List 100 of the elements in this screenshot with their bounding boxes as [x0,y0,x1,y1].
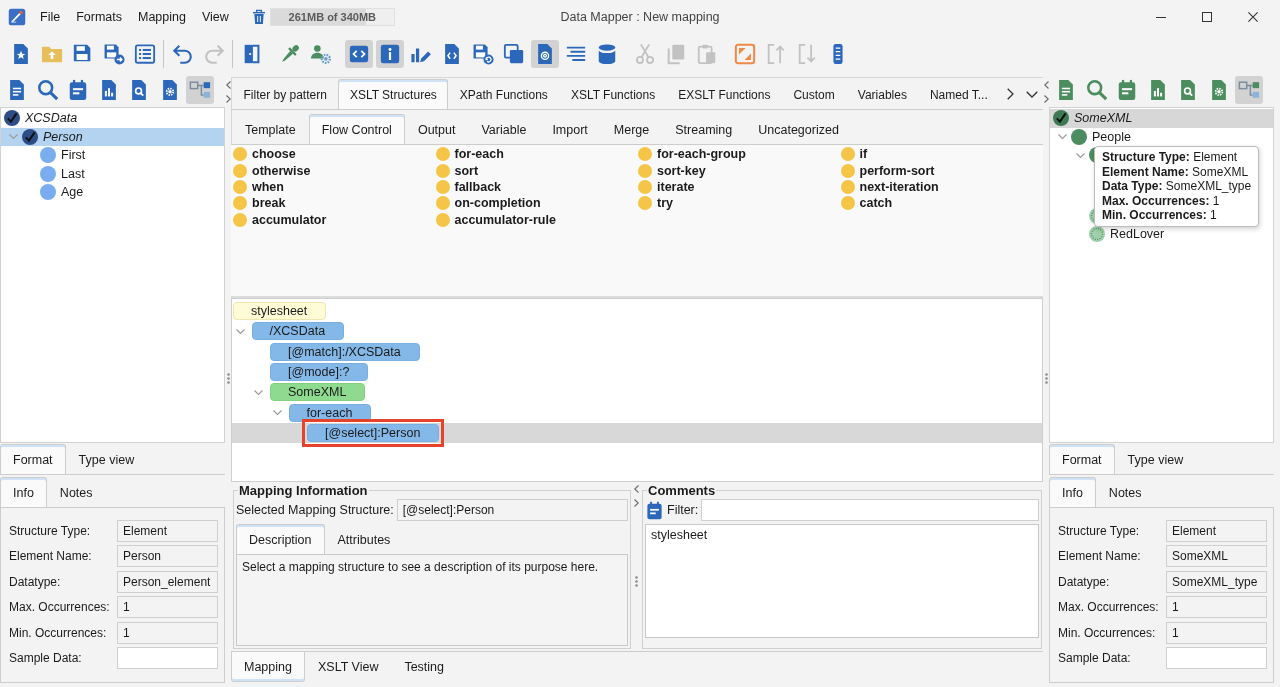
tab[interactable]: Variables [846,79,919,109]
list-item[interactable]: stylesheet [651,528,708,542]
tree-item[interactable]: Person [1,127,224,146]
tree-item[interactable]: Last [40,164,85,183]
copy-icon [665,43,687,65]
structure-item[interactable]: sort [435,162,479,179]
tool-button[interactable] [186,76,214,104]
chevron-down-icon[interactable] [1026,90,1039,98]
structure-item[interactable]: next-iteration [840,178,939,196]
chevron-left-icon[interactable] [225,81,231,89]
tab[interactable]: Uncategorized [745,114,852,144]
tab[interactable]: XPath Functions [448,79,560,109]
tab[interactable]: Custom [781,79,847,109]
tab[interactable]: XSLT View [304,652,392,682]
tree-node[interactable]: [@select]:Person [307,423,440,442]
toolbar-button[interactable] [531,40,559,68]
tab[interactable]: XSLT Structures [338,79,449,109]
tab[interactable]: Filter by pattern [232,79,339,109]
tree-node[interactable]: SomeXML [270,383,366,402]
toolbar-button[interactable] [376,40,404,68]
text-field[interactable] [1166,646,1267,669]
structure-item[interactable]: for-each-group [638,146,746,163]
text-field[interactable] [117,646,218,669]
field-label: Datatype: [1058,574,1111,589]
tab[interactable]: EXSLT Functions [666,79,782,109]
grip-icon[interactable] [1044,372,1048,384]
tab[interactable]: Mapping [231,652,305,682]
app-logo-icon[interactable] [8,8,26,26]
text-field[interactable]: Person_element [117,570,218,593]
text-field[interactable]: [@select]:Person [396,499,628,521]
menu-item[interactable]: Formats [68,8,130,26]
tree-item[interactable]: First [40,146,86,165]
filter-field[interactable] [701,499,1039,521]
grip-icon[interactable] [226,372,230,384]
tab[interactable]: Type view [1114,444,1197,474]
menu-item[interactable]: Mapping [130,8,194,26]
structure-item[interactable]: when [233,178,284,196]
tab[interactable]: Testing [391,652,457,682]
tab[interactable]: Info [1049,477,1096,507]
tree-node[interactable]: stylesheet [233,302,327,321]
tool-button[interactable] [1235,76,1263,104]
text-field[interactable]: 1 [1166,596,1267,619]
dot-icon [233,163,247,178]
tab[interactable]: Flow Control [308,114,405,144]
trash-button[interactable] [250,9,267,25]
tree-item[interactable]: XCSData [4,109,78,128]
tab[interactable]: Type view [65,444,148,474]
menu-item[interactable]: File [32,8,69,26]
text-field[interactable]: Element [1166,520,1267,542]
structure-item[interactable]: if [840,146,868,163]
tree-node[interactable]: [@match]:/XCSData [270,342,420,361]
structure-item[interactable]: catch [840,195,893,212]
dot-icon [435,212,450,227]
structure-item[interactable]: on-completion [435,195,541,212]
tab[interactable]: Format [0,444,66,474]
tree-node[interactable]: [@mode]:? [270,363,369,382]
structure-item[interactable]: iterate [638,178,695,196]
structure-item[interactable]: accumulator [233,211,327,228]
structure-item[interactable]: otherwise [233,162,311,179]
structure-item[interactable]: for-each [435,146,504,163]
structure-item[interactable]: fallback [435,178,502,196]
text-field[interactable]: 1 [1166,621,1267,644]
tab[interactable]: Notes [46,477,106,507]
text-field[interactable]: 1 [117,621,218,644]
tree-item[interactable]: Age [40,183,84,202]
tab[interactable]: Streaming [662,114,746,144]
structure-item[interactable]: perform-sort [840,162,935,179]
toolbar-button[interactable] [345,40,373,68]
text-field[interactable]: 1 [117,596,218,619]
tab[interactable]: Notes [1095,477,1155,507]
menu-item[interactable]: View [193,8,237,26]
tab[interactable]: Named T... [918,79,1000,109]
tab[interactable]: Template [232,114,309,144]
tree-item[interactable]: RedLover [1089,225,1165,244]
tab[interactable]: Import [539,114,601,144]
structure-item[interactable]: break [233,195,286,212]
tab[interactable]: Output [404,114,469,144]
text-field[interactable]: SomeXML_type [1166,570,1267,593]
text-field[interactable]: SomeXML [1166,545,1267,568]
text-field[interactable]: Person [117,545,218,568]
chevron-left-icon[interactable] [634,485,639,493]
calendar-icon[interactable] [645,500,664,520]
tab[interactable]: Merge [600,114,663,144]
structure-item[interactable]: try [638,195,673,212]
structure-item[interactable]: sort-key [638,162,706,179]
tab[interactable]: Attributes [324,524,404,554]
chevron-left-icon[interactable] [1043,81,1049,89]
tree-item[interactable]: People [1053,127,1131,146]
tab[interactable]: Info [0,477,47,507]
structure-item[interactable]: choose [233,146,296,163]
tab[interactable]: Variable [468,114,540,144]
tab[interactable]: Format [1049,444,1115,474]
tab[interactable]: Description [236,524,325,554]
text-field[interactable]: Element [117,520,218,542]
tree-node[interactable]: /XCSData [251,322,345,341]
chevron-right-icon[interactable] [1007,88,1015,100]
tab[interactable]: XSLT Functions [559,79,667,109]
tree-item[interactable]: SomeXML [1050,109,1273,128]
grip-icon[interactable] [635,575,638,587]
structure-item[interactable]: accumulator-rule [435,211,556,228]
